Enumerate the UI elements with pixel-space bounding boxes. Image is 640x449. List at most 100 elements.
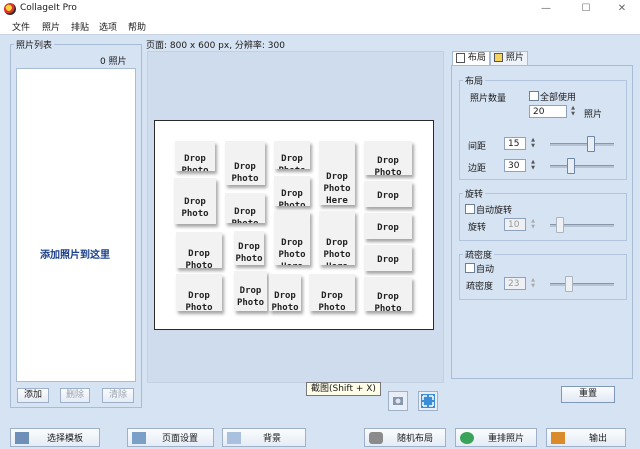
photo-slot[interactable]: Drop Photo: [274, 141, 310, 169]
output-button[interactable]: 输出: [546, 428, 626, 447]
reset-button[interactable]: 重置: [561, 386, 615, 403]
maximize-button[interactable]: ☐: [572, 2, 600, 16]
margin-label: 边距: [468, 164, 487, 174]
minimize-button[interactable]: —: [532, 2, 560, 16]
rotation-legend: 旋转: [463, 187, 486, 200]
add-photo-button[interactable]: 添加: [17, 388, 49, 403]
auto-density-checkbox[interactable]: [465, 263, 475, 273]
photo-slot[interactable]: Drop Photo: [225, 141, 265, 185]
photo-count-label: 0 照片: [100, 57, 127, 67]
photo-count-unit: 照片: [584, 110, 603, 120]
page-setup-icon: [132, 432, 146, 444]
margin-stepper[interactable]: ▲ ▼: [529, 159, 537, 172]
menu-options[interactable]: 选项: [99, 20, 117, 33]
export-icon: [551, 432, 565, 444]
spacing-slider-thumb[interactable]: [587, 136, 595, 152]
photo-slot[interactable]: Drop Photo: [364, 277, 412, 311]
photo-slot[interactable]: Drop: [364, 245, 412, 271]
use-all-checkbox[interactable]: [529, 91, 539, 101]
photo-slot[interactable]: Drop Photo: [174, 178, 216, 224]
photo-slot[interactable]: Drop Photo: [364, 141, 412, 175]
page-setup-button[interactable]: 页面设置: [127, 428, 214, 447]
tab-layout-label: 布局: [467, 53, 486, 63]
auto-rotate-label: 自动旋转: [476, 206, 513, 216]
camera-icon: [393, 397, 403, 405]
random-layout-label: 随机布局: [397, 434, 434, 444]
random-layout-button[interactable]: 随机布局: [364, 428, 446, 447]
spacing-label: 间距: [468, 142, 487, 152]
collage-page[interactable]: Drop Photo Drop Photo Drop Photo Drop Ph…: [154, 120, 434, 330]
photo-slot[interactable]: Drop: [364, 181, 412, 207]
rotate-label: 旋转: [468, 223, 487, 233]
app-logo-icon: [4, 3, 16, 15]
margin-input[interactable]: 30: [504, 159, 526, 172]
screenshot-button[interactable]: [388, 391, 408, 411]
photo-slot[interactable]: Drop Photo Here: [319, 211, 355, 265]
photo-slot[interactable]: Drop Photo: [175, 141, 215, 171]
density-stepper[interactable]: ▲ ▼: [529, 277, 537, 290]
layout-legend: 布局: [463, 74, 486, 87]
rotate-slider-thumb[interactable]: [556, 217, 564, 233]
photo-slot[interactable]: Drop Photo: [225, 193, 265, 223]
spacing-stepper[interactable]: ▲ ▼: [529, 137, 537, 150]
photo-slot[interactable]: Drop Photo: [234, 271, 267, 311]
tab-photo[interactable]: 照片: [490, 51, 528, 66]
menu-help[interactable]: 帮助: [128, 20, 146, 33]
spacing-input[interactable]: 15: [504, 137, 526, 150]
output-label: 输出: [589, 434, 608, 444]
fit-screen-icon: [421, 394, 435, 408]
photo-slot[interactable]: Drop Photo Here: [319, 141, 355, 205]
remove-photo-button[interactable]: 删除: [60, 388, 90, 403]
select-template-button[interactable]: 选择模板: [10, 428, 100, 447]
margin-slider-thumb[interactable]: [567, 158, 575, 174]
window-title: CollageIt Pro: [20, 3, 77, 13]
photo-list-dropzone[interactable]: [16, 68, 136, 382]
rearrange-photos-button[interactable]: 重排照片: [455, 428, 537, 447]
page-setup-label: 页面设置: [162, 434, 199, 444]
use-all-label: 全部使用: [540, 93, 577, 103]
drop-hint-text: 添加照片到这里: [40, 250, 110, 261]
density-label: 疏密度: [466, 282, 494, 292]
background-button[interactable]: 背景: [222, 428, 306, 447]
menu-bar: [0, 18, 640, 35]
auto-density-label: 自动: [476, 265, 495, 275]
menu-file[interactable]: 文件: [12, 20, 30, 33]
density-slider-thumb[interactable]: [565, 276, 573, 292]
margin-slider-track: [550, 165, 614, 168]
dice-icon: [369, 432, 383, 444]
template-icon: [15, 432, 29, 444]
clear-photos-button[interactable]: 清除: [102, 388, 134, 403]
spacing-slider-track: [550, 143, 614, 146]
fit-view-button[interactable]: [418, 391, 438, 411]
density-slider-track: [550, 283, 614, 286]
photo-count-input[interactable]: 20: [529, 105, 567, 118]
density-input[interactable]: 23: [504, 277, 526, 290]
page-info-label: 页面: 800 x 600 px, 分辨率: 300: [146, 41, 285, 51]
density-legend: 疏密度: [463, 248, 495, 261]
close-button[interactable]: ✕: [608, 2, 636, 16]
screenshot-tooltip: 截图(Shift + X): [306, 382, 381, 396]
photo-slot[interactable]: Drop Photo: [176, 274, 222, 311]
rotate-stepper[interactable]: ▲ ▼: [529, 218, 537, 231]
photo-list-legend: 照片列表: [14, 38, 55, 51]
photo-count-text: 照片数量: [470, 94, 507, 104]
photo-slot[interactable]: Drop: [364, 213, 412, 239]
auto-rotate-checkbox[interactable]: [465, 204, 475, 214]
tab-layout[interactable]: 布局: [452, 51, 490, 66]
rotate-input[interactable]: 10: [504, 218, 526, 231]
select-template-label: 选择模板: [47, 434, 84, 444]
layout-icon: [456, 52, 465, 63]
menu-arrange[interactable]: 排贴: [71, 20, 89, 33]
photo-slot[interactable]: Drop Photo: [234, 231, 264, 265]
photo-slot[interactable]: Drop Photo: [274, 176, 310, 206]
photo-slot[interactable]: Drop Photo: [176, 232, 222, 268]
menu-photo[interactable]: 照片: [42, 20, 60, 33]
photo-slot[interactable]: Drop Photo: [309, 274, 355, 311]
photo-slot[interactable]: Drop Photo: [269, 274, 301, 311]
rotation-group: [459, 193, 627, 241]
photo-count-stepper[interactable]: ▲ ▼: [569, 105, 577, 118]
rearrange-photos-label: 重排照片: [488, 434, 525, 444]
photo-slot[interactable]: Drop Photo Here: [274, 211, 310, 265]
tab-photo-label: 照片: [505, 53, 524, 63]
background-icon: [227, 432, 241, 444]
